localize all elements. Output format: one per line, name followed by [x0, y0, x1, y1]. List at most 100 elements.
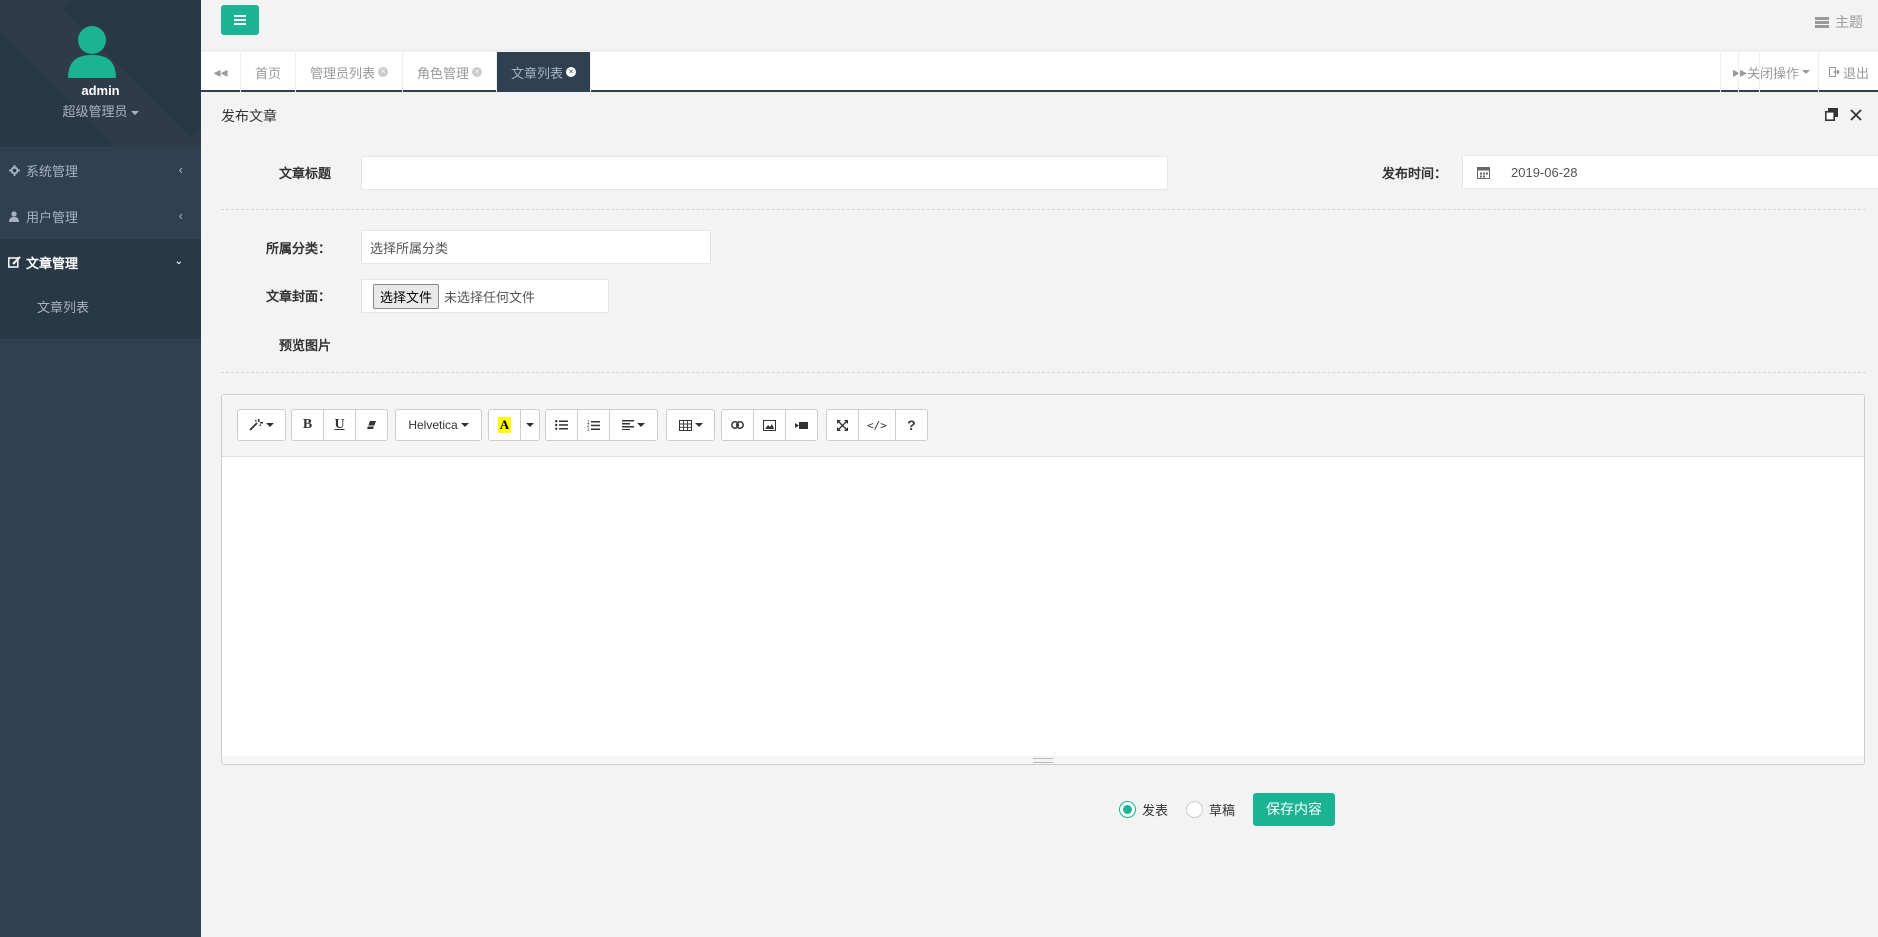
sidebar-item-article[interactable]: 文章管理 ⌄: [0, 239, 201, 285]
align-left-icon: [622, 420, 634, 430]
tab-label: 文章列表: [511, 65, 564, 81]
calendar-button[interactable]: [1462, 155, 1504, 189]
theme-icon: [1815, 16, 1829, 28]
paragraph-align-dropdown[interactable]: [609, 409, 658, 441]
caret-down-icon: [526, 423, 534, 427]
insert-video-button[interactable]: [785, 409, 818, 441]
code-view-button[interactable]: </>: [858, 409, 896, 441]
preview-image-label: 预览图片: [278, 338, 331, 353]
radio-publish[interactable]: 发表: [1119, 800, 1168, 819]
editor-toolbar: B U Helvetica A 1 2 3 </> ?: [222, 395, 1864, 457]
tab-label: 首页: [255, 65, 282, 81]
help-button[interactable]: ?: [894, 409, 928, 441]
close-tab-icon[interactable]: ×: [566, 67, 577, 77]
publish-time-label: 发布时间：: [1381, 166, 1447, 181]
tab-home[interactable]: 首页: [241, 52, 297, 92]
gear-icon: [7, 163, 21, 177]
radio-publish-label: 发表: [1142, 802, 1169, 818]
svg-text:3: 3: [587, 427, 590, 431]
link-icon: [731, 421, 744, 429]
text-color-button[interactable]: A: [488, 409, 521, 441]
sidebar: admin 超级管理员 系统管理 ‹ 用户管理 ‹ 文章管理 ⌄ 文章列表: [0, 0, 201, 937]
underline-button[interactable]: U: [323, 409, 356, 441]
avatar-icon[interactable]: [64, 22, 120, 78]
insert-picture-button[interactable]: [753, 409, 786, 441]
sidebar-item-system[interactable]: 系统管理 ‹: [0, 147, 201, 193]
text-color-dropdown[interactable]: [520, 409, 540, 441]
close-operations-dropdown[interactable]: 关闭操作: [1738, 52, 1818, 92]
sidebar-item-user[interactable]: 用户管理 ‹: [0, 193, 201, 239]
ordered-list-button[interactable]: 123: [577, 409, 610, 441]
cover-label: 文章封面：: [265, 289, 331, 304]
fullscreen-button[interactable]: [826, 409, 859, 441]
profile-name: admin: [81, 83, 120, 98]
unordered-list-button[interactable]: [545, 409, 578, 441]
panel-tools: [1825, 108, 1862, 121]
expand-icon: [837, 419, 848, 431]
caret-down-icon: [637, 423, 645, 427]
caret-down-icon: [460, 423, 469, 427]
tab-article-list[interactable]: 文章列表 ×: [497, 52, 592, 92]
cover-file-input: 选择文件 未选择任何文件: [361, 279, 609, 313]
double-chevron-left-icon: ◂◂: [213, 63, 228, 80]
radio-draft-label: 草稿: [1209, 802, 1236, 818]
editor-resize-handle[interactable]: [222, 756, 1864, 764]
choose-file-button[interactable]: 选择文件: [373, 283, 440, 309]
table-dropdown[interactable]: [666, 409, 715, 441]
caret-down-icon: [694, 423, 703, 427]
bold-button[interactable]: B: [291, 409, 324, 441]
bold-icon: B: [302, 417, 313, 432]
editor-content-area[interactable]: [222, 457, 1864, 757]
caret-down-icon: [130, 110, 139, 115]
picture-icon: [763, 419, 776, 431]
edit-icon: [7, 255, 21, 269]
publish-time-input[interactable]: 2019-06-28: [1503, 155, 1878, 189]
code-icon: </>: [867, 418, 887, 432]
divider: [221, 209, 1866, 210]
text-color-icon: A: [497, 417, 512, 433]
insert-link-button[interactable]: [721, 409, 754, 441]
help-icon: ?: [907, 417, 916, 433]
maximize-icon[interactable]: [1825, 108, 1838, 121]
article-title-input[interactable]: [361, 156, 1168, 190]
radio-draft[interactable]: 草稿: [1186, 800, 1235, 819]
file-status: 未选择任何文件: [444, 289, 536, 305]
list-ol-icon: 123: [587, 420, 600, 431]
close-tab-icon[interactable]: ×: [378, 67, 389, 77]
tab-bar: ◂◂ 首页 管理员列表 × 角色管理 × 文章列表 × ▸▸ 关闭操作 退出: [201, 52, 1878, 92]
save-content-button[interactable]: 保存内容: [1253, 792, 1336, 826]
font-name-label: Helvetica: [408, 418, 458, 432]
tab-role-management[interactable]: 角色管理 ×: [403, 52, 498, 92]
main-content: 发布文章 文章标题 发布时间： 2019-06-28 所属分类： 选择所属分类 …: [201, 94, 1878, 937]
theme-button[interactable]: 主题: [1815, 12, 1863, 32]
article-title-label: 文章标题: [279, 166, 332, 181]
chevron-left-icon: ‹: [178, 162, 183, 177]
sidebar-item-label: 系统管理: [26, 163, 79, 179]
profile-role-label: 超级管理员: [62, 104, 128, 119]
topbar: 主题: [201, 0, 1878, 51]
theme-label: 主题: [1835, 14, 1863, 30]
close-icon[interactable]: [1850, 108, 1862, 121]
list-ul-icon: [555, 420, 568, 430]
clear-format-button[interactable]: [355, 409, 388, 441]
profile-role-dropdown[interactable]: 超级管理员: [0, 101, 201, 120]
category-select[interactable]: 选择所属分类: [361, 230, 711, 264]
eraser-icon: [367, 421, 376, 429]
logout-button[interactable]: 退出: [1818, 52, 1878, 92]
sidebar-item-label: 用户管理: [26, 209, 79, 225]
caret-down-icon: [266, 423, 274, 427]
sidebar-item-label: 文章管理: [26, 255, 79, 271]
sidebar-subitem-article-list[interactable]: 文章列表: [0, 285, 201, 316]
publish-actions: 发表 草稿 保存内容: [1119, 792, 1336, 826]
tab-scroll-left-button[interactable]: ◂◂: [201, 52, 241, 92]
tab-admin-list[interactable]: 管理员列表 ×: [296, 52, 404, 92]
style-button[interactable]: [237, 409, 286, 441]
hamburger-icon: [234, 15, 246, 25]
close-tab-icon[interactable]: ×: [472, 67, 483, 77]
menu-toggle-button[interactable]: [221, 5, 259, 35]
tab-label: 角色管理: [417, 65, 470, 81]
user-icon: [7, 209, 21, 223]
tab-label: 管理员列表: [310, 65, 376, 81]
magic-wand-icon: [249, 419, 263, 431]
font-name-dropdown[interactable]: Helvetica: [395, 409, 482, 441]
